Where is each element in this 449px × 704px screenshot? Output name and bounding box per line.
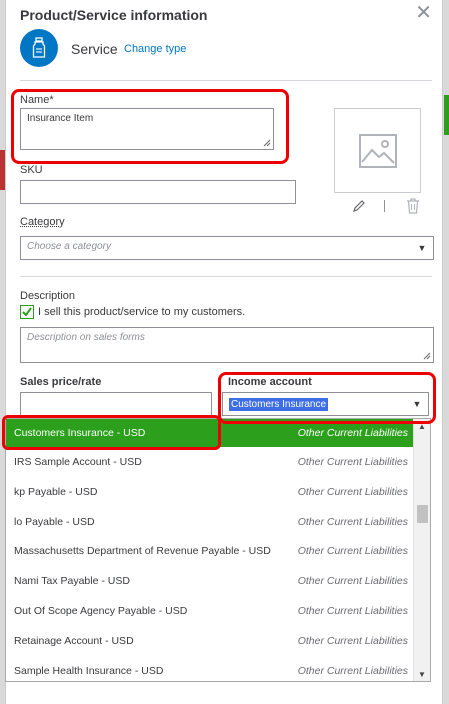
option-account-type: Other Current Liabilities <box>297 427 408 439</box>
icon-separator <box>384 200 385 212</box>
dropdown-option[interactable]: Out Of Scope Agency Payable - USD Other C… <box>6 597 415 625</box>
chevron-down-icon[interactable]: ▼ <box>411 237 433 259</box>
dropdown-option[interactable]: kp Payable - USD Other Current Liabilitie… <box>6 478 415 506</box>
option-account-type: Other Current Liabilities <box>297 635 408 647</box>
description-placeholder: Description on sales forms <box>27 332 145 343</box>
sell-checkbox-label: I sell this product/service to my custom… <box>38 306 246 318</box>
item-image-box[interactable] <box>334 108 421 193</box>
sales-price-label: Sales price/rate <box>20 376 102 388</box>
resize-grip-icon <box>423 352 431 360</box>
annotation-income-box <box>218 372 436 424</box>
dropdown-scrollbar[interactable]: ▲ ▼ <box>413 419 430 681</box>
option-account-type: Other Current Liabilities <box>297 545 408 557</box>
dropdown-option[interactable]: Retainage Account - USD Other Current Lia… <box>6 627 415 655</box>
background-app-accent <box>444 95 449 135</box>
option-account-type: Other Current Liabilities <box>297 665 408 677</box>
option-account-type: Other Current Liabilities <box>297 605 408 617</box>
trash-icon[interactable] <box>406 198 420 214</box>
option-account-type: Other Current Liabilities <box>297 456 408 468</box>
dropdown-option[interactable]: Sample Health Insurance - USD Other Curre… <box>6 657 415 681</box>
sku-label: SKU <box>20 164 43 176</box>
annotation-name-box <box>11 89 289 164</box>
service-type-badge <box>20 29 58 67</box>
image-placeholder-icon <box>358 133 397 168</box>
option-account-name: Massachusetts Department of Revenue Paya… <box>14 545 271 557</box>
divider <box>20 80 432 81</box>
option-account-name: IRS Sample Account - USD <box>14 456 142 468</box>
dropdown-option[interactable]: IRS Sample Account - USD Other Current Li… <box>6 448 415 476</box>
panel-title: Product/Service information <box>20 7 208 23</box>
divider <box>20 276 432 277</box>
option-account-name: Nami Tax Payable - USD <box>14 575 130 587</box>
option-account-name: Sample Health Insurance - USD <box>14 665 164 677</box>
option-account-type: Other Current Liabilities <box>297 575 408 587</box>
close-icon[interactable]: ✕ <box>415 3 432 23</box>
description-label: Description <box>20 290 76 302</box>
scroll-down-icon[interactable]: ▼ <box>414 667 430 681</box>
sales-price-input[interactable] <box>20 392 212 416</box>
dropdown-option[interactable]: Massachusetts Department of Revenue Paya… <box>6 537 415 565</box>
sell-checkbox[interactable] <box>20 305 34 319</box>
category-select[interactable]: Choose a category ▼ <box>20 236 434 260</box>
option-account-name: Out Of Scope Agency Payable - USD <box>14 605 188 617</box>
item-type-label: Service <box>71 41 118 57</box>
option-account-name: Retainage Account - USD <box>14 635 134 647</box>
change-type-link[interactable]: Change type <box>124 43 186 55</box>
option-account-name: lo Payable - USD <box>14 516 95 528</box>
sku-input[interactable] <box>20 180 296 204</box>
option-account-type: Other Current Liabilities <box>297 516 408 528</box>
pencil-icon[interactable] <box>352 199 366 213</box>
category-label: Category <box>20 216 65 228</box>
dropdown-option[interactable]: lo Payable - USD Other Current Liabilitie… <box>6 508 415 536</box>
option-account-type: Other Current Liabilities <box>297 486 408 498</box>
dropdown-option[interactable]: Nami Tax Payable - USD Other Current Liab… <box>6 567 415 595</box>
checkmark-icon <box>22 307 32 317</box>
option-account-name: kp Payable - USD <box>14 486 98 498</box>
annotation-selected-item-box <box>2 415 221 450</box>
sales-description-input[interactable]: Description on sales forms <box>20 327 434 363</box>
category-placeholder: Choose a category <box>27 241 111 252</box>
service-bottle-icon <box>32 37 46 58</box>
income-account-dropdown: Customers Insurance - USD Other Current L… <box>5 418 431 682</box>
scrollbar-thumb[interactable] <box>417 505 428 523</box>
